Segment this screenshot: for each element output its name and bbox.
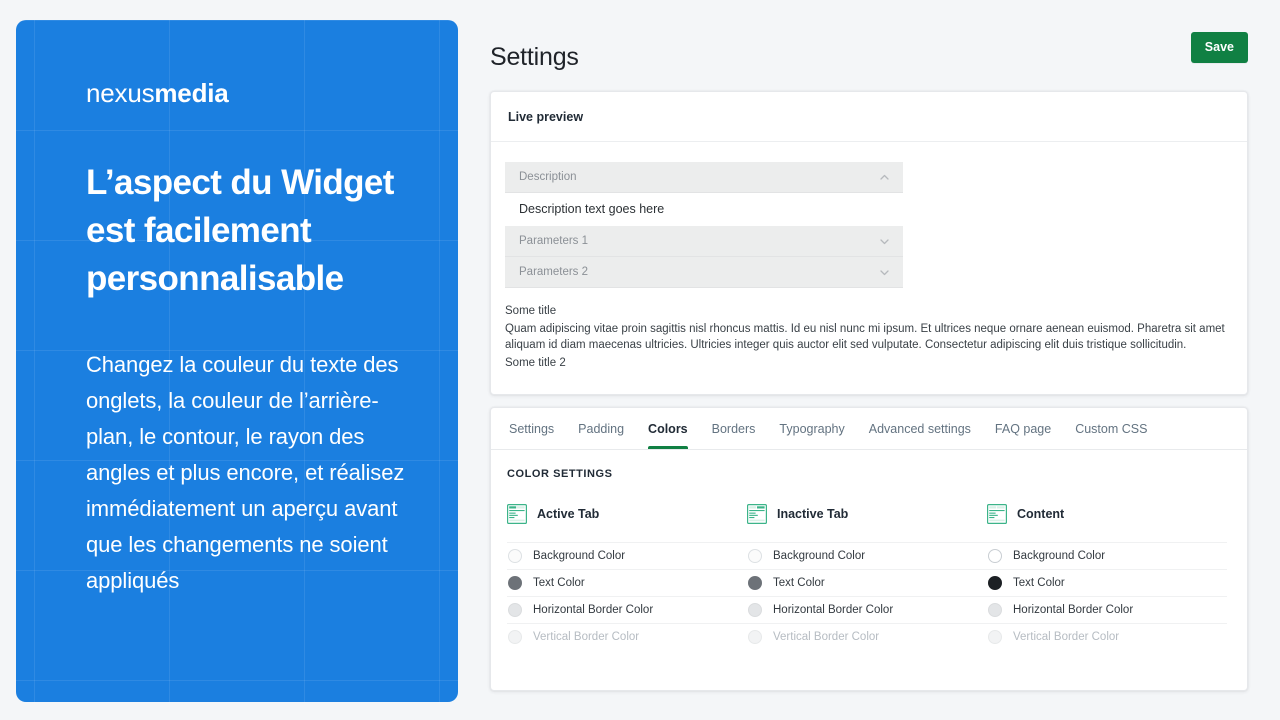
color-row-horizontal-border[interactable]: Horizontal Border Color (507, 596, 747, 623)
colors-panel: COLOR SETTINGS Active Tab Background Col… (491, 450, 1247, 690)
color-row-vertical-border: Vertical Border Color (747, 623, 987, 650)
promo-body-text: Changez la couleur du texte des onglets,… (86, 352, 405, 593)
color-swatch-icon (508, 630, 522, 644)
accordion-label-parameters-2: Parameters 2 (519, 266, 589, 278)
color-column-inactive-tab: Inactive Tab Background Color Text Color (747, 504, 987, 650)
accordion-header-parameters-2[interactable]: Parameters 2 (505, 257, 903, 288)
tab-borders[interactable]: Borders (700, 408, 768, 449)
color-swatch-icon[interactable] (988, 576, 1002, 590)
tab-settings[interactable]: Settings (497, 408, 566, 449)
color-row-label: Background Color (533, 550, 626, 562)
color-column-content: Content Background Color Text Color Hori… (987, 504, 1227, 650)
tab-custom-css[interactable]: Custom CSS (1063, 408, 1159, 449)
color-row-vertical-border: Vertical Border Color (507, 623, 747, 650)
page-header: Settings Save (490, 32, 1248, 80)
preview-some-title: Some title (505, 305, 557, 317)
color-swatch-icon[interactable] (988, 549, 1002, 563)
widget-inactive-tab-icon (747, 504, 767, 524)
accordion-label-parameters-1: Parameters 1 (519, 235, 589, 247)
widget-content-icon (987, 504, 1007, 524)
tab-faq-page[interactable]: FAQ page (983, 408, 1063, 449)
chevron-up-icon[interactable] (879, 172, 890, 183)
tab-bar: Settings Padding Colors Borders Typograp… (491, 408, 1247, 450)
preview-text-block: Some title Quam adipiscing vitae proin s… (505, 302, 1233, 372)
color-row-label: Vertical Border Color (1013, 631, 1120, 643)
color-row-text[interactable]: Text Color (987, 569, 1227, 596)
color-column-active-tab: Active Tab Background Color Text Color H… (507, 504, 747, 650)
color-row-label: Horizontal Border Color (773, 604, 894, 616)
color-swatch-icon[interactable] (748, 549, 762, 563)
chevron-down-icon[interactable] (879, 236, 890, 247)
app-root: nexusmedia L’aspect du Widget est facile… (0, 0, 1280, 720)
save-button[interactable]: Save (1190, 32, 1248, 63)
live-preview-title: Live preview (491, 92, 1247, 142)
accordion-label-description: Description (519, 171, 577, 183)
promo-panel: nexusmedia L’aspect du Widget est facile… (16, 20, 458, 702)
settings-tabs-card: Settings Padding Colors Borders Typograp… (490, 407, 1248, 691)
tab-padding[interactable]: Padding (566, 408, 636, 449)
color-row-label: Text Color (1013, 577, 1065, 589)
preview-accordion: Description Description text goes here P… (505, 162, 903, 288)
preview-some-title-2: Some title 2 (505, 357, 566, 369)
accordion-header-parameters-1[interactable]: Parameters 1 (505, 226, 903, 257)
color-row-horizontal-border[interactable]: Horizontal Border Color (747, 596, 987, 623)
tab-advanced-settings[interactable]: Advanced settings (857, 408, 983, 449)
preview-paragraph: Quam adipiscing vitae proin sagittis nis… (505, 323, 1225, 351)
tab-colors[interactable]: Colors (636, 408, 700, 449)
color-swatch-icon[interactable] (988, 603, 1002, 617)
color-swatch-icon[interactable] (748, 603, 762, 617)
color-row-label: Background Color (773, 550, 866, 562)
color-row-label: Vertical Border Color (533, 631, 640, 643)
color-row-vertical-border: Vertical Border Color (987, 623, 1227, 650)
color-swatch-icon[interactable] (508, 603, 522, 617)
color-row-text[interactable]: Text Color (507, 569, 747, 596)
color-row-label: Horizontal Border Color (1013, 604, 1134, 616)
brand-logo-light: nexus (86, 78, 155, 108)
chevron-down-icon[interactable] (879, 267, 890, 278)
color-column-title: Content (1017, 507, 1065, 521)
main-content: Settings Save Live preview Description D… (458, 0, 1280, 720)
color-row-label: Text Color (533, 577, 585, 589)
accordion-panel-description: Description text goes here (505, 193, 903, 226)
widget-active-tab-icon (507, 504, 527, 524)
color-row-text[interactable]: Text Color (747, 569, 987, 596)
color-row-horizontal-border[interactable]: Horizontal Border Color (987, 596, 1227, 623)
color-row-label: Vertical Border Color (773, 631, 880, 643)
color-row-label: Text Color (773, 577, 825, 589)
color-row-background[interactable]: Background Color (507, 542, 747, 569)
color-columns: Active Tab Background Color Text Color H… (507, 504, 1231, 650)
color-row-label: Horizontal Border Color (533, 604, 654, 616)
tab-typography[interactable]: Typography (767, 408, 856, 449)
color-swatch-icon[interactable] (508, 576, 522, 590)
brand-logo-bold: media (154, 78, 229, 108)
color-swatch-icon[interactable] (748, 576, 762, 590)
page-title: Settings (490, 43, 579, 71)
brand-logo: nexusmedia (86, 78, 418, 109)
accordion-header-description[interactable]: Description (505, 162, 903, 193)
promo-headline: L’aspect du Widget est facilement person… (86, 163, 394, 298)
color-column-title: Inactive Tab (777, 507, 849, 521)
color-settings-label: COLOR SETTINGS (507, 468, 613, 480)
color-row-background[interactable]: Background Color (747, 542, 987, 569)
live-preview-card: Live preview Description Description tex… (490, 91, 1248, 395)
color-row-label: Background Color (1013, 550, 1106, 562)
color-swatch-icon (988, 630, 1002, 644)
color-row-background[interactable]: Background Color (987, 542, 1227, 569)
color-swatch-icon[interactable] (508, 549, 522, 563)
color-column-title: Active Tab (537, 507, 600, 521)
color-swatch-icon (748, 630, 762, 644)
